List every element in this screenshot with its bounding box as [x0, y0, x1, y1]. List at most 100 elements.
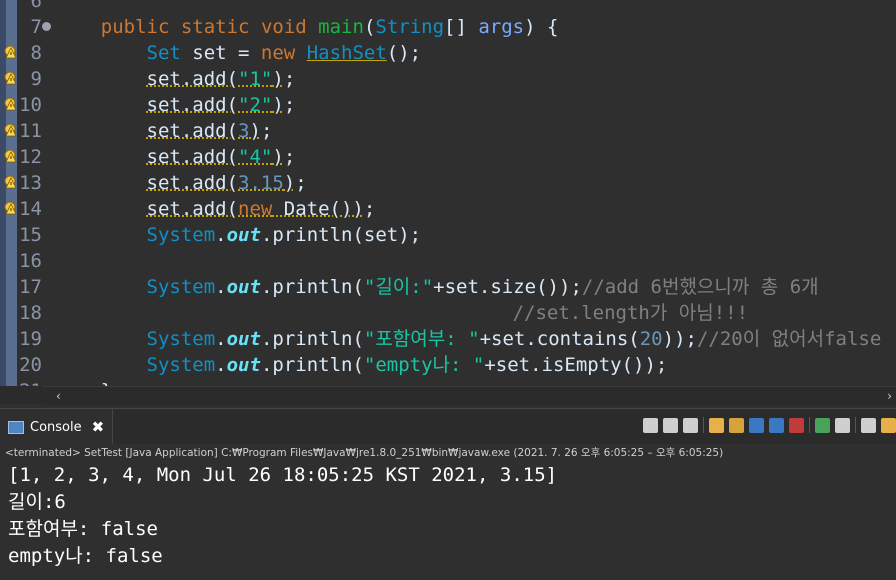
console-output-line: 포함여부: false — [8, 518, 158, 540]
line-number: 10 — [19, 94, 42, 116]
code-token: Date()) — [272, 198, 364, 220]
code-line[interactable]: 9 set.add("1"); — [0, 66, 896, 92]
code-token: . — [215, 328, 227, 350]
code-line[interactable]: 10 set.add("2"); — [0, 92, 896, 118]
warning-lightbulb-icon[interactable] — [3, 201, 17, 215]
console-toolbar-button-icon[interactable] — [769, 417, 784, 433]
line-number: 7 — [30, 16, 42, 38]
console-toolbar-button-icon[interactable] — [643, 417, 658, 433]
code-line[interactable]: 13 set.add(3.15); — [0, 170, 896, 196]
code-token: . — [215, 224, 227, 246]
code-line[interactable]: 21 } — [0, 378, 896, 386]
tab-console[interactable]: Console ✖ — [0, 409, 114, 445]
warning-lightbulb-icon[interactable] — [3, 149, 17, 163]
line-number: 12 — [19, 146, 42, 168]
line-number: 6 — [30, 0, 42, 12]
code-token: out — [226, 354, 261, 376]
scroll-gutter — [0, 386, 42, 404]
code-token: new — [260, 42, 296, 64]
console-toolbar-button-icon[interactable] — [815, 417, 830, 433]
code-token: out — [226, 276, 261, 298]
fold-toggle-icon[interactable] — [42, 22, 51, 31]
console-toolbar-button-icon[interactable] — [835, 417, 850, 433]
code-line[interactable]: 7 public static void main(String[] args)… — [0, 14, 896, 40]
console-toolbar-button-icon[interactable] — [663, 417, 678, 433]
code-line[interactable]: 8 Set set = new HashSet(); — [0, 40, 896, 66]
code-token: void — [260, 16, 307, 38]
code-line[interactable]: 14 set.add(new Date()); — [0, 196, 896, 222]
console-toolbar — [643, 417, 896, 433]
warning-lightbulb-icon[interactable] — [3, 97, 17, 111]
code-token: "길이:" — [363, 276, 434, 298]
warning-lightbulb-icon[interactable] — [3, 45, 17, 59]
console-toolbar-button-icon[interactable] — [881, 417, 896, 433]
warning-lightbulb-icon[interactable] — [3, 123, 17, 137]
code-editor[interactable]: 6 7 public static void main(String[] args… — [0, 0, 896, 386]
console-output-line: empty나: false — [8, 545, 163, 567]
code-token: set.add( — [146, 120, 239, 142]
code-token: main — [318, 16, 364, 38]
code-token: set.add( — [146, 94, 239, 116]
console-toolbar-button-icon[interactable] — [729, 417, 744, 433]
code-line[interactable]: 18 //set.length가 아님!!! — [0, 300, 896, 326]
warning-lightbulb-icon[interactable] — [3, 71, 17, 85]
scroll-right-icon[interactable]: › — [887, 387, 892, 405]
code-line[interactable]: 12 set.add("4"); — [0, 144, 896, 170]
eclipse-window: 6 7 public static void main(String[] args… — [0, 0, 896, 580]
code-text: set.add("4"); — [55, 144, 296, 170]
code-token: System — [146, 354, 216, 376]
code-token: .println(set); — [260, 224, 422, 246]
code-text: System.out.println("empty나: "+set.isEmpt… — [55, 352, 668, 378]
code-line[interactable]: 19 System.out.println("포함여부: "+set.conta… — [0, 326, 896, 352]
close-icon[interactable]: ✖ — [92, 418, 105, 436]
code-token: .println( — [260, 328, 364, 350]
code-token: "포함여부: " — [363, 328, 480, 350]
code-token: out — [226, 224, 261, 246]
console-output-line: 길이:6 — [8, 491, 66, 513]
console-toolbar-button-icon[interactable] — [861, 417, 876, 433]
code-line[interactable]: 16 — [0, 248, 896, 274]
line-number: 15 — [19, 224, 42, 246]
console-toolbar-button-icon[interactable] — [683, 417, 698, 433]
console-toolbar-button-icon[interactable] — [789, 417, 804, 433]
scroll-left-icon[interactable]: ‹ — [56, 387, 61, 405]
code-token: [] — [444, 16, 479, 38]
console-toolbar-button-icon[interactable] — [709, 417, 724, 433]
code-token: set.add( — [146, 172, 239, 194]
code-token: HashSet — [306, 42, 387, 64]
toolbar-separator — [703, 417, 704, 433]
code-line[interactable]: 11 set.add(3); — [0, 118, 896, 144]
code-token: )); — [662, 328, 697, 350]
warning-lightbulb-icon[interactable] — [3, 175, 17, 189]
code-token: ( — [363, 16, 376, 38]
code-line[interactable]: 6 — [0, 0, 896, 14]
code-token: static — [180, 16, 250, 38]
code-text: set.add(3.15); — [55, 170, 307, 196]
code-line[interactable]: 20 System.out.println("empty나: "+set.isE… — [0, 352, 896, 378]
code-text: //set.length가 아님!!! — [55, 300, 748, 326]
code-text: } — [55, 378, 112, 386]
code-token: .println( — [260, 276, 364, 298]
code-token: String — [375, 16, 445, 38]
code-line[interactable]: 17 System.out.println("길이:"+set.size());… — [0, 274, 896, 300]
line-number: 8 — [30, 42, 42, 64]
code-text: set.add(3); — [55, 118, 273, 144]
code-text: public static void main(String[] args) { — [55, 14, 559, 40]
code-token: . — [215, 276, 227, 298]
code-text: Set set = new HashSet(); — [55, 40, 422, 66]
console-toolbar-button-icon[interactable] — [749, 417, 764, 433]
code-line[interactable]: 15 System.out.println(set); — [0, 222, 896, 248]
console-output[interactable]: [1, 2, 3, 4, Mon Jul 26 18:05:25 KST 202… — [0, 462, 896, 580]
horizontal-scrollbar[interactable]: ‹ › — [42, 386, 896, 405]
process-status: <terminated> SetTest [Java Application] … — [0, 444, 896, 463]
